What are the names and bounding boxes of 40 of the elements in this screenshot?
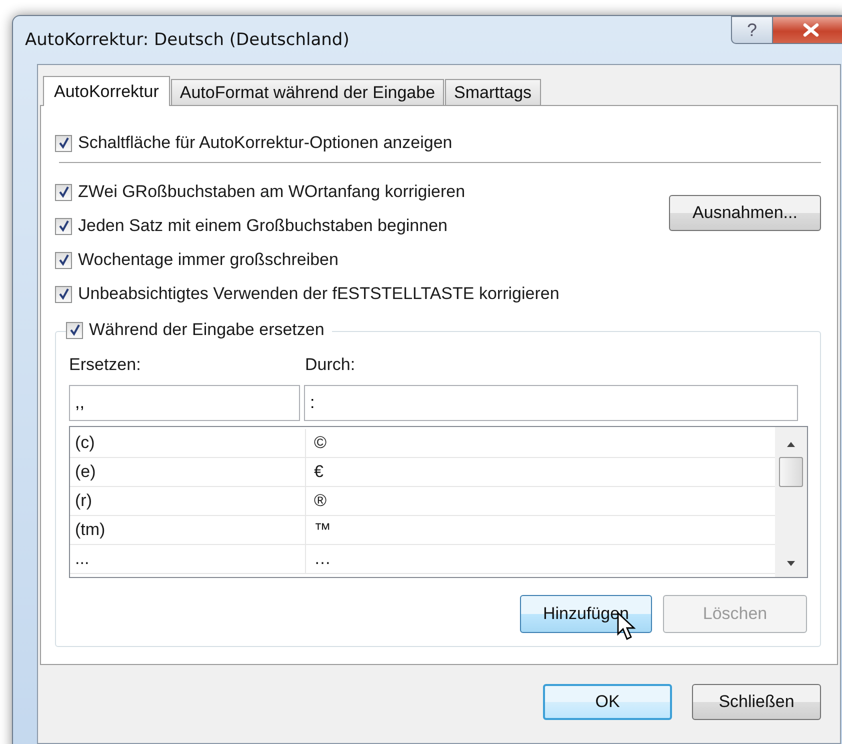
checkbox-label: Jeden Satz mit einem Großbuchstaben beginnen (78, 216, 448, 236)
exceptions-button[interactable]: Ausnahmen... (669, 195, 821, 231)
tab[interactable]: AutoKorrektur (43, 76, 170, 106)
replace-field[interactable]: ,, (69, 385, 300, 421)
checkbox[interactable] (66, 322, 83, 338)
list-cell[interactable]: ... (70, 545, 306, 573)
list-cell[interactable]: € (306, 458, 324, 486)
field-label: Durch: (305, 355, 356, 376)
checkbox[interactable] (55, 286, 72, 302)
help-button[interactable]: ? (731, 16, 773, 44)
list-cell[interactable]: (tm) (70, 516, 306, 544)
list-cell[interactable]: … (306, 545, 331, 573)
checkbox[interactable] (55, 134, 72, 152)
checkbox-label: Wochentage immer großschreiben (78, 250, 338, 270)
list-cell[interactable]: ™ (306, 516, 331, 544)
checkbox[interactable] (55, 184, 72, 200)
list-cell[interactable]: (r) (70, 487, 306, 515)
list-cell[interactable]: © (306, 429, 327, 457)
dialog-button[interactable]: Schließen (692, 684, 821, 720)
scrollbar[interactable] (775, 427, 807, 577)
tab[interactable]: AutoFormat während der Eingabe (170, 79, 444, 105)
dialog-button[interactable]: OK (543, 684, 672, 720)
checkbox-label: Schaltfläche für AutoKorrektur-Optionen anzeigen (78, 133, 452, 153)
checkbox-label: Unbeabsichtigtes Verwenden der fESTSTELLTASTE korrigieren (78, 284, 560, 304)
checkbox-label: Während der Eingabe ersetzen (89, 320, 324, 340)
tab[interactable]: Smarttags (445, 79, 541, 105)
with-field[interactable]: : (304, 385, 798, 421)
down-arrow-icon[interactable] (786, 561, 796, 567)
window-title: AutoKorrektur: Deutsch (Deutschland) (25, 30, 350, 50)
list-cell[interactable]: (c) (70, 429, 306, 457)
close-button[interactable] (773, 16, 842, 44)
field-label: Ersetzen: (69, 355, 142, 376)
list-cell[interactable]: (e) (70, 458, 306, 486)
scroll-thumb[interactable] (779, 457, 803, 487)
checkbox[interactable] (55, 252, 72, 268)
checkbox-label: ZWei GRoßbuchstaben am WOrtanfang korrigieren (78, 182, 466, 202)
list-cell[interactable]: ® (306, 487, 327, 515)
close-icon (802, 23, 820, 37)
checkbox[interactable] (55, 218, 72, 234)
up-arrow-icon[interactable] (786, 441, 796, 447)
